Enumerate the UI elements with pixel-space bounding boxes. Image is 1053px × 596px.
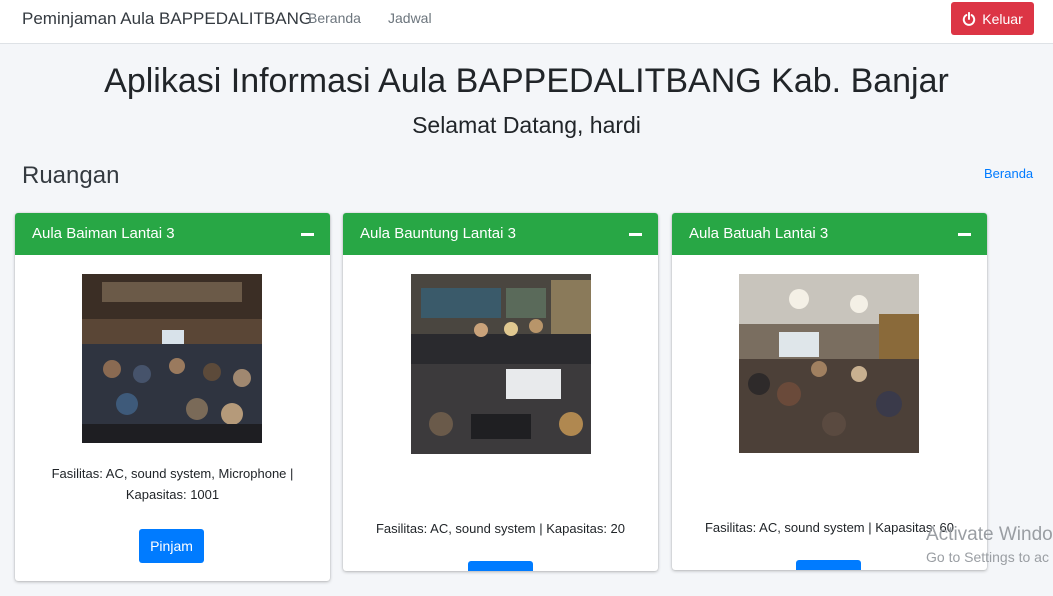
logout-label: Keluar bbox=[982, 10, 1023, 27]
card-header: Aula Bauntung Lantai 3 bbox=[343, 213, 658, 255]
room-photo bbox=[82, 274, 262, 443]
room-photo bbox=[739, 274, 919, 453]
navbar-brand[interactable]: Peminjaman Aula BAPPEDALITBANG bbox=[22, 9, 312, 29]
welcome-text: Selamat Datang, hardi bbox=[412, 112, 641, 138]
logout-button[interactable]: Keluar bbox=[951, 2, 1034, 35]
borrow-button[interactable]: Pinjam bbox=[796, 560, 861, 570]
card-header: Aula Baiman Lantai 3 bbox=[15, 213, 330, 255]
room-facilities: Fasilitas: AC, sound system | Kapasitas:… bbox=[375, 521, 626, 536]
room-facilities: Fasilitas: AC, sound system, Microphone … bbox=[51, 466, 294, 502]
section-title: Ruangan bbox=[22, 162, 120, 189]
room-photo bbox=[411, 274, 591, 454]
minus-icon[interactable] bbox=[629, 233, 642, 236]
room-name: Aula Batuah Lantai 3 bbox=[689, 225, 829, 242]
breadcrumb-link[interactable]: Beranda bbox=[984, 166, 1033, 181]
room-card: Aula Bauntung Lantai 3 Fasilitas: AC, so… bbox=[343, 213, 658, 571]
card-header: Aula Batuah Lantai 3 bbox=[672, 213, 987, 255]
nav-link-beranda[interactable]: Beranda bbox=[308, 10, 361, 26]
top-navbar: Peminjaman Aula BAPPEDALITBANG Beranda J… bbox=[0, 0, 1053, 44]
room-card: Aula Baiman Lantai 3 Fasilitas: AC, soun… bbox=[15, 213, 330, 581]
page-title: Aplikasi Informasi Aula BAPPEDALITBANG K… bbox=[104, 62, 949, 100]
activate-windows-hint: Go to Settings to ac bbox=[926, 549, 1049, 565]
room-name: Aula Baiman Lantai 3 bbox=[32, 225, 175, 242]
borrow-button[interactable]: Pinjam bbox=[468, 561, 533, 571]
minus-icon[interactable] bbox=[301, 233, 314, 236]
minus-icon[interactable] bbox=[958, 233, 971, 236]
nav-link-jadwal[interactable]: Jadwal bbox=[388, 10, 432, 26]
activate-windows-title: Activate Windo bbox=[926, 524, 1053, 545]
borrow-button[interactable]: Pinjam bbox=[139, 529, 204, 563]
room-name: Aula Bauntung Lantai 3 bbox=[360, 225, 516, 242]
power-icon bbox=[963, 11, 976, 26]
room-card: Aula Batuah Lantai 3 Fasilitas: AC, soun… bbox=[672, 213, 987, 570]
